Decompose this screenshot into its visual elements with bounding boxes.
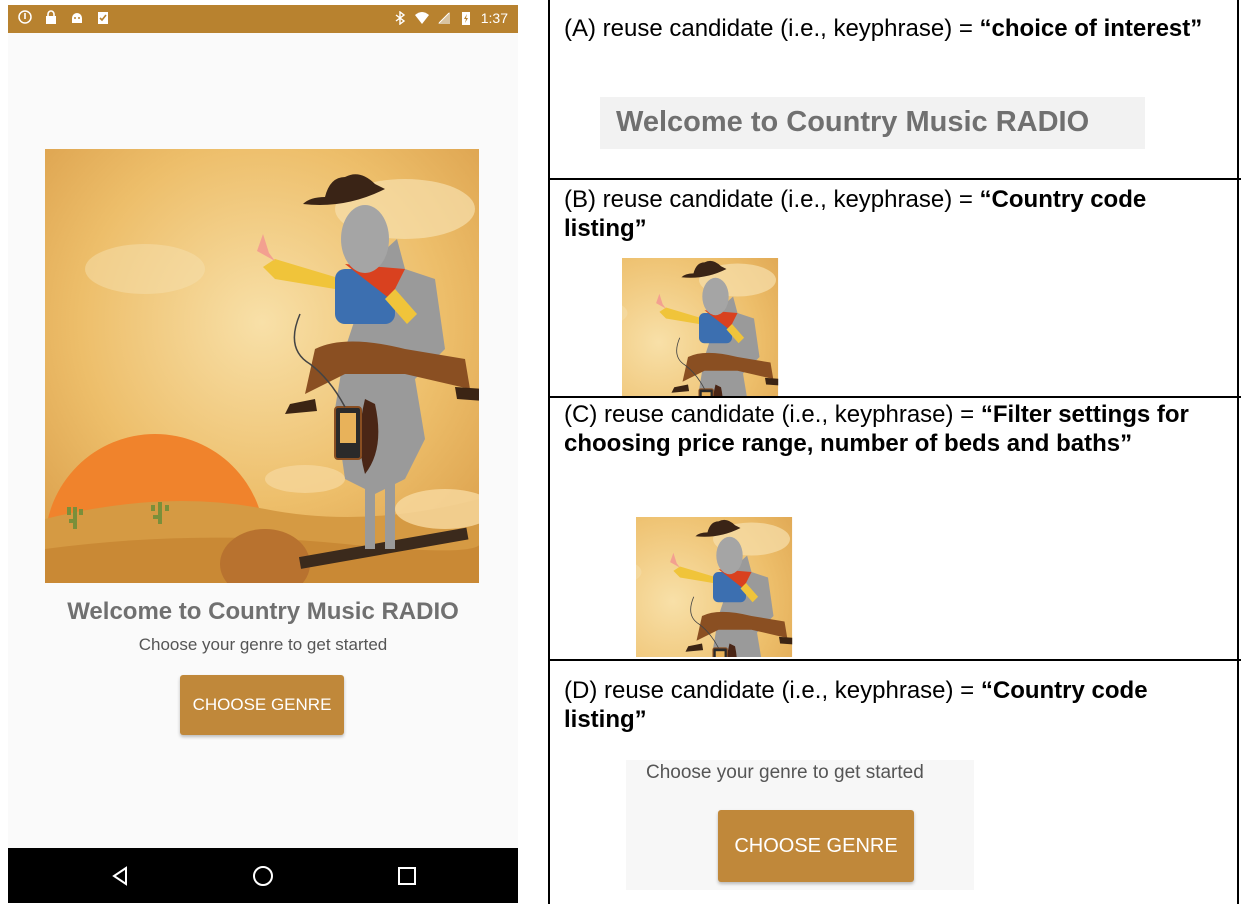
cell-a-keyphrase: “choice of interest” xyxy=(979,15,1203,42)
row-divider xyxy=(548,396,1241,398)
cell-a-crop-text: Welcome to Country Music RADIO xyxy=(616,106,1090,138)
row-divider xyxy=(548,659,1241,661)
lock-icon xyxy=(46,10,56,24)
cell-b-caption: (B) reuse candidate (i.e., keyphrase) = … xyxy=(564,185,1204,243)
cell-c-prefix: (C) reuse candidate (i.e., keyphrase) = xyxy=(564,401,981,428)
hero-illustration xyxy=(45,149,479,583)
welcome-title: Welcome to Country Music RADIO xyxy=(67,598,459,625)
home-icon[interactable] xyxy=(249,862,277,890)
row-divider xyxy=(548,178,1241,180)
phone-screenshot: 1:37 Welcome to Country Music RADIO Choo… xyxy=(8,5,518,903)
status-bar: 1:37 xyxy=(8,5,518,33)
no-signal-icon xyxy=(437,12,450,24)
cell-a-caption: (A) reuse candidate (i.e., keyphrase) = … xyxy=(564,14,1204,43)
subtitle: Choose your genre to get started xyxy=(138,635,388,654)
cell-d-crop: Choose your genre to get started CHOOSE … xyxy=(626,760,974,890)
cell-d-caption: (D) reuse candidate (i.e., keyphrase) = … xyxy=(564,676,1204,734)
cell-c-crop xyxy=(636,517,868,657)
navigation-bar xyxy=(8,848,518,903)
cell-b-crop xyxy=(622,258,854,396)
bluetooth-icon xyxy=(395,11,405,25)
cell-d-crop-button: CHOOSE GENRE xyxy=(718,810,914,882)
cell-b-crop-image xyxy=(622,258,778,396)
clipboard-check-icon xyxy=(98,12,108,24)
info-icon xyxy=(18,10,32,24)
cell-c-caption: (C) reuse candidate (i.e., keyphrase) = … xyxy=(564,400,1204,458)
clock: 1:37 xyxy=(480,10,508,26)
back-icon[interactable] xyxy=(106,862,134,890)
battery-icon xyxy=(461,12,470,25)
android-icon xyxy=(72,13,82,23)
cell-c-crop-image xyxy=(636,517,792,657)
cell-d-crop-subtitle: Choose your genre to get started xyxy=(646,762,924,783)
cell-a-crop: Welcome to Country Music RADIO xyxy=(600,97,1145,149)
cell-a-prefix: (A) reuse candidate (i.e., keyphrase) = xyxy=(564,15,980,42)
cell-d-prefix: (D) reuse candidate (i.e., keyphrase) = xyxy=(564,677,981,704)
choose-genre-button[interactable]: CHOOSE GENRE xyxy=(180,675,344,735)
cell-b-prefix: (B) reuse candidate (i.e., keyphrase) = xyxy=(564,186,980,213)
recents-icon[interactable] xyxy=(393,862,421,890)
wifi-icon xyxy=(414,12,429,24)
